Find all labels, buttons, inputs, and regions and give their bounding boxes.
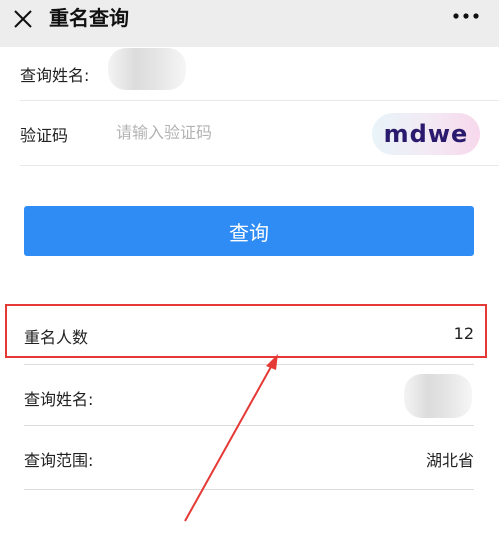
scope-value: 湖北省 bbox=[425, 451, 474, 470]
captcha-image[interactable]: mdwe bbox=[372, 113, 480, 155]
title-bar: 重名查询 bbox=[0, 0, 499, 47]
more-dots-icon bbox=[453, 13, 479, 19]
captcha-input[interactable] bbox=[116, 120, 356, 144]
result-name-blurred bbox=[404, 374, 472, 418]
name-value-blurred bbox=[108, 48, 186, 90]
query-button[interactable]: 查询 bbox=[24, 206, 474, 256]
close-icon bbox=[14, 10, 32, 28]
captcha-label: 验证码 bbox=[20, 126, 69, 145]
name-row: 查询姓名: bbox=[20, 47, 499, 101]
close-button[interactable] bbox=[10, 6, 36, 32]
name-label: 查询姓名: bbox=[20, 66, 90, 85]
scope-label: 查询范围: bbox=[24, 451, 94, 470]
page-title: 重名查询 bbox=[49, 6, 129, 30]
result-row-name: 查询姓名: bbox=[24, 365, 474, 426]
more-button[interactable] bbox=[446, 3, 486, 29]
result-name-label: 查询姓名: bbox=[24, 390, 94, 409]
result-row-scope: 查询范围: 湖北省 bbox=[24, 426, 474, 490]
captcha-row: 验证码 mdwe bbox=[20, 101, 499, 166]
captcha-text: mdwe bbox=[383, 120, 469, 148]
highlight-box bbox=[5, 304, 487, 358]
